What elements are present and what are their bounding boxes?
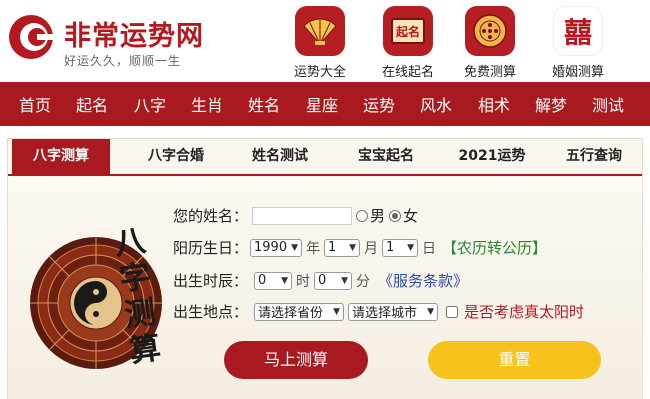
feature-label: 婚姻测算: [551, 65, 604, 80]
month-unit: 月: [364, 240, 379, 257]
month-select[interactable]: 1 ▼: [324, 238, 361, 257]
birth-time-row: 出生时辰： 0 ▼ 时 0 ▼ 分 《服务条款》: [173, 270, 468, 291]
year-unit: 年: [306, 240, 321, 257]
chevron-down-icon: ▼: [281, 275, 289, 286]
birthday-label: 阳历生日：: [173, 239, 249, 257]
day-unit: 日: [422, 240, 437, 257]
calc-tabs: 八字测算 八字合婚 姓名测试 宝宝起名 2021运势 五行查询: [8, 139, 642, 176]
minute-unit: 分: [356, 273, 371, 290]
terms-link[interactable]: 《服务条款》: [378, 270, 468, 291]
feature-label: 免费测算: [463, 65, 516, 80]
double-happiness-icon: 囍: [553, 6, 603, 56]
day-select[interactable]: 1 ▼: [382, 238, 419, 257]
birthday-row: 阳历生日： 1990 ▼ 年 1 ▼ 月 1 ▼ 日 【农历转公历】: [173, 237, 547, 258]
chevron-down-icon: ▼: [333, 306, 341, 317]
chevron-down-icon: ▼: [349, 242, 357, 253]
tab-baby-naming[interactable]: 宝宝起名: [336, 139, 436, 174]
tab-2021-fortune[interactable]: 2021运势: [440, 139, 544, 174]
name-input[interactable]: [252, 206, 353, 225]
year-select[interactable]: 1990 ▼: [250, 238, 303, 257]
minute-select[interactable]: 0 ▼: [314, 271, 353, 290]
chevron-down-icon: ▼: [291, 242, 299, 253]
name-label: 您的姓名：: [173, 207, 249, 225]
solar-time-checkbox[interactable]: [446, 305, 459, 318]
nav-item-zodiac[interactable]: 生肖: [191, 92, 223, 116]
nav-item-constellation[interactable]: 星座: [306, 92, 338, 116]
chevron-down-icon: ▼: [407, 242, 415, 253]
name-row: 您的姓名： 男 女: [173, 205, 418, 226]
nav-item-fortune[interactable]: 运势: [363, 92, 395, 116]
logo-icon[interactable]: [7, 13, 55, 61]
chevron-down-icon: ▼: [427, 306, 435, 317]
nav-item-bazi[interactable]: 八字: [134, 92, 166, 116]
name-seal-icon: 起名: [383, 6, 433, 56]
tab-five-elements[interactable]: 五行查询: [546, 139, 642, 174]
tab-name-test[interactable]: 姓名测试: [230, 139, 330, 174]
feature-fortune[interactable]: 运势大全: [285, 6, 355, 80]
chevron-down-icon: ▼: [341, 275, 349, 286]
main-nav: 首页 起名 八字 生肖 姓名 星座 运势 风水 相术 解梦 测试: [0, 82, 650, 126]
solar-time-label[interactable]: 是否考虑真太阳时: [464, 301, 584, 322]
feature-marriage[interactable]: 囍 婚姻测算: [543, 6, 613, 80]
feature-label: 运势大全: [293, 65, 346, 80]
nav-item-naming[interactable]: 起名: [76, 92, 108, 116]
nav-item-dreams[interactable]: 解梦: [535, 92, 567, 116]
site-header: 非常运势网 好运久久，顺顺一生 运势大全 起名 在线起名 免费测算 囍 婚姻测算: [0, 0, 650, 82]
nav-item-tests[interactable]: 测试: [592, 92, 624, 116]
site-slogan: 好运久久，顺顺一生: [64, 54, 182, 68]
gender-female-radio[interactable]: [389, 209, 402, 222]
tab-bazi-marriage[interactable]: 八字合婚: [126, 139, 226, 174]
gender-female-label[interactable]: 女: [403, 205, 418, 226]
submit-button[interactable]: 马上测算: [224, 341, 368, 379]
mooncake-icon: [465, 6, 515, 56]
feature-free-calc[interactable]: 免费测算: [455, 6, 525, 80]
feature-naming[interactable]: 起名 在线起名: [373, 6, 443, 80]
birth-place-row: 出生地点： 请选择省份 ▼ 请选择城市 ▼ 是否考虑真太阳时: [173, 301, 584, 322]
tab-bazi-calc[interactable]: 八字测算: [12, 139, 110, 174]
birth-place-label: 出生地点：: [173, 303, 249, 321]
feature-label: 在线起名: [381, 65, 434, 80]
nav-item-home[interactable]: 首页: [19, 92, 51, 116]
lunar-convert-link[interactable]: 【农历转公历】: [442, 237, 547, 258]
hour-unit: 时: [296, 273, 311, 290]
nav-item-fengshui[interactable]: 风水: [420, 92, 452, 116]
province-select[interactable]: 请选择省份 ▼: [254, 302, 345, 321]
gender-male-label[interactable]: 男: [370, 205, 385, 226]
site-logo-title[interactable]: 非常运势网: [64, 14, 204, 53]
gender-male-radio[interactable]: [356, 209, 369, 222]
city-select[interactable]: 请选择城市 ▼: [348, 302, 439, 321]
fan-icon: [295, 6, 345, 56]
birth-time-label: 出生时辰：: [173, 272, 249, 290]
reset-button[interactable]: 重置: [428, 341, 601, 379]
nav-item-surname[interactable]: 姓名: [248, 92, 280, 116]
hour-select[interactable]: 0 ▼: [254, 271, 293, 290]
nav-item-physiognomy[interactable]: 相术: [478, 92, 510, 116]
